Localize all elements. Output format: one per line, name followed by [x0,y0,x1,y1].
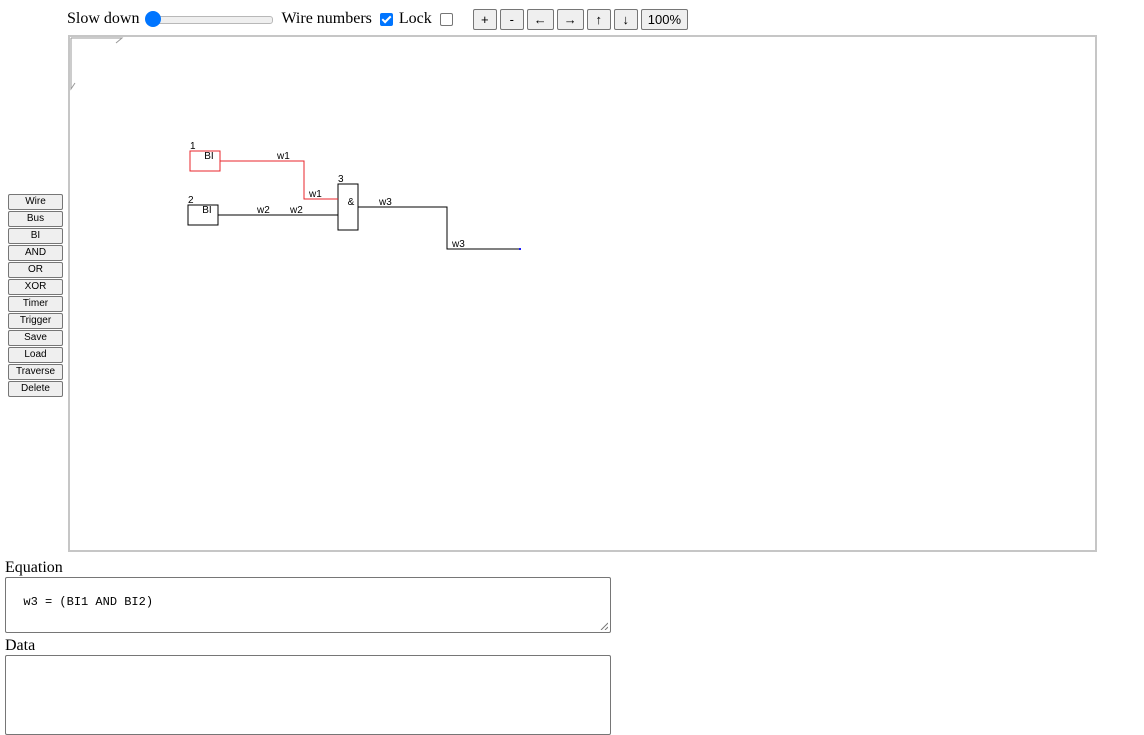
wire-numbers-label: Wire numbers [281,10,372,27]
bi-block-1[interactable]: BI 1 [189,141,221,172]
bi-block-1-label: BI [204,151,213,162]
lock-label: Lock [398,10,432,27]
slider-thumb[interactable] [145,11,162,27]
bi-block-2-label: BI [202,205,211,216]
resize-grip-icon[interactable] [600,622,608,630]
wire-w2[interactable]: w2 w2 [218,205,338,216]
wire-w1-label: w1 [276,151,290,162]
save-button[interactable]: Save [8,330,63,346]
wire-numbers-checkbox[interactable] [379,12,393,26]
equation-textarea[interactable]: w3 = (BI1 AND BI2) [5,577,611,633]
equation-label: Equation [5,559,63,576]
zoom-reset-button[interactable]: 100% [640,8,689,30]
and-block-3[interactable]: & 3 [337,174,359,231]
and-block-3-number: 3 [338,174,344,185]
bus-tool-button[interactable]: Bus [8,211,63,227]
toolbar: Slow down Wire numbers Lock + - ← → ↑ ↓ … [67,7,689,31]
canvas-corner-marker [70,37,124,91]
pan-up-button[interactable]: ↑ [586,8,611,30]
data-textarea[interactable] [5,655,611,735]
slider-track [147,16,274,24]
pan-down-button[interactable]: ↓ [613,8,638,30]
traverse-button[interactable]: Traverse [8,364,63,380]
data-label: Data [5,637,36,654]
slow-down-slider[interactable] [145,11,274,27]
wire-w1-label-end: w1 [308,189,322,200]
zoom-in-button[interactable]: + [472,8,497,30]
wire-w3[interactable]: w3 w3 [358,197,521,250]
xor-tool-button[interactable]: XOR [8,279,63,295]
wire-w3-endpoint[interactable] [519,248,521,250]
and-block-3-label: & [348,197,355,208]
pan-right-button[interactable]: → [556,8,584,30]
bi-block-2[interactable]: BI 2 [187,195,219,226]
lock-checkbox[interactable] [439,12,453,26]
load-button[interactable]: Load [8,347,63,363]
equation-text: w3 = (BI1 AND BI2) [23,595,154,609]
wire-w3-label: w3 [378,197,392,208]
bi-block-1-number: 1 [190,141,196,152]
slow-down-label: Slow down [67,10,140,27]
delete-button[interactable]: Delete [8,381,63,397]
diagram-canvas[interactable]: BI 1 BI 2 & 3 w1 w1 w2 w2 w3 w3 [68,35,1097,552]
diagram-svg: BI 1 BI 2 & 3 w1 w1 w2 w2 w3 w3 [70,37,521,250]
trigger-tool-button[interactable]: Trigger [8,313,63,329]
timer-tool-button[interactable]: Timer [8,296,63,312]
and-tool-button[interactable]: AND [8,245,63,261]
wire-w2-label: w2 [256,205,270,216]
wire-w2-label-end: w2 [289,205,303,216]
or-tool-button[interactable]: OR [8,262,63,278]
bi-tool-button[interactable]: BI [8,228,63,244]
wire-w3-label-end: w3 [451,239,465,250]
wire-tool-button[interactable]: Wire [8,194,63,210]
wire-w1[interactable]: w1 w1 [220,151,338,200]
bi-block-2-number: 2 [188,195,194,206]
component-palette: Wire Bus BI AND OR XOR Timer Trigger Sav… [8,194,63,398]
pan-left-button[interactable]: ← [526,8,554,30]
zoom-out-button[interactable]: - [499,8,524,30]
